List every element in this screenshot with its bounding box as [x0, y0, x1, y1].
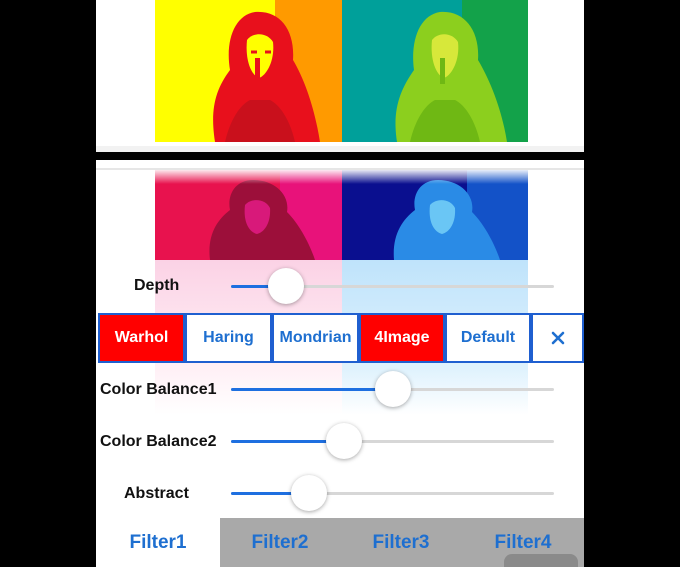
- home-indicator: [504, 554, 578, 567]
- tab-filter1[interactable]: Filter1: [96, 518, 220, 567]
- warhol-tile-yellow-red: [155, 0, 342, 142]
- depth-label: Depth: [134, 277, 180, 294]
- color-balance1-slider-fill: [231, 388, 393, 391]
- filter-tab-bar: Filter1 Filter2 Filter3 Filter4: [96, 518, 584, 567]
- tab-filter3[interactable]: Filter3: [340, 518, 462, 567]
- mondrian-button[interactable]: Mondrian: [272, 313, 359, 363]
- abstract-label: Abstract: [124, 485, 189, 502]
- haring-button[interactable]: Haring: [185, 313, 272, 363]
- style-button-row: Warhol Haring Mondrian 4Image Default: [96, 313, 584, 363]
- color-balance2-slider[interactable]: [231, 423, 554, 459]
- color-balance1-slider-thumb[interactable]: [375, 371, 411, 407]
- tab-filter2[interactable]: Filter2: [220, 518, 340, 567]
- depth-slider[interactable]: [231, 268, 554, 304]
- 4image-button[interactable]: 4Image: [359, 313, 445, 363]
- preview-divider: [96, 146, 584, 152]
- warhol-button[interactable]: Warhol: [98, 313, 185, 363]
- tile-fade-top: [155, 170, 528, 184]
- close-icon: [551, 331, 564, 345]
- warhol-tile-teal-green: [342, 0, 528, 142]
- close-button[interactable]: [531, 313, 584, 363]
- color-balance1-label: Color Balance1: [100, 381, 217, 398]
- color-balance2-label: Color Balance2: [100, 433, 217, 450]
- abstract-slider-thumb[interactable]: [291, 475, 327, 511]
- abstract-slider[interactable]: [231, 475, 554, 511]
- default-button[interactable]: Default: [445, 313, 531, 363]
- color-balance1-slider[interactable]: [231, 371, 554, 407]
- color-balance2-slider-thumb[interactable]: [326, 423, 362, 459]
- depth-slider-thumb[interactable]: [268, 268, 304, 304]
